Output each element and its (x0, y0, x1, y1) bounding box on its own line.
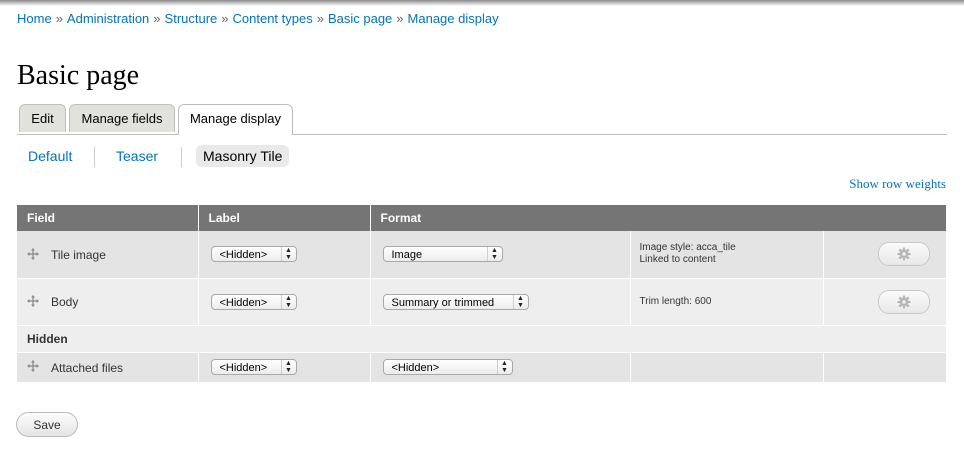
field-cell: Tile image (17, 231, 199, 279)
format-select-value: <Hidden> (391, 362, 440, 374)
format-summary (630, 352, 824, 383)
settings-cell (823, 231, 946, 279)
region-row-hidden: Hidden (17, 325, 946, 353)
table-row: Attached files <Hidden> ▲ ▼ <Hidden> ▲ ▼ (17, 352, 946, 383)
label-select-value: <Hidden> (219, 362, 268, 374)
format-cell: <Hidden> ▲ ▼ (370, 352, 631, 383)
field-name: Body (51, 294, 79, 309)
breadcrumb-separator: » (316, 11, 324, 26)
format-cell: Image ▲ ▼ (370, 231, 631, 279)
column-header-field: Field (17, 205, 199, 231)
gear-icon (897, 295, 910, 308)
settings-cell (823, 352, 946, 383)
table-header-row: Field Label Format (17, 205, 946, 231)
table-row: Body <Hidden> ▲ ▼ Summary or trimmed ▲ ▼ Tri… (17, 278, 946, 326)
label-select-value: <Hidden> (219, 249, 268, 262)
summary-line: Trim length: 600 (639, 295, 712, 307)
gear-icon (897, 247, 910, 261)
label-cell: <Hidden> ▲ ▼ (198, 352, 371, 383)
breadcrumb-basic-page[interactable]: Basic page (328, 11, 392, 26)
format-select[interactable]: <Hidden> ▲ ▼ (382, 359, 513, 375)
drag-handle-icon[interactable] (27, 247, 39, 260)
format-select[interactable]: Image ▲ ▼ (382, 246, 503, 263)
select-arrows-icon: ▲ ▼ (280, 247, 296, 262)
select-arrows-icon: ▲ ▼ (280, 294, 296, 309)
format-cell: Summary or trimmed ▲ ▼ (370, 278, 631, 326)
field-name: Tile image (51, 247, 106, 262)
field-name: Attached files (51, 360, 124, 375)
breadcrumb-separator: » (221, 11, 229, 26)
save-button[interactable]: Save (16, 412, 78, 437)
subtab-teaser[interactable]: Teaser (116, 145, 158, 167)
breadcrumb-home[interactable]: Home (17, 11, 52, 26)
drag-handle-icon[interactable] (27, 294, 39, 307)
breadcrumb: Home» Administration» Structure» Content ty… (17, 11, 499, 26)
column-header-label: Label (198, 205, 371, 231)
breadcrumb-administration[interactable]: Administration (67, 11, 149, 26)
subtab-masonry-tile[interactable]: Masonry Tile (196, 145, 290, 167)
fields-table: Field Label Format Tile image <Hidden> ▲ ▼… (17, 205, 946, 383)
format-summary: Image style: acca_tile Linked to content (630, 231, 824, 279)
tab-edit[interactable]: Edit (19, 104, 66, 132)
subtab-divider (94, 147, 95, 167)
breadcrumb-content-types[interactable]: Content types (233, 11, 313, 26)
field-cell: Body (17, 278, 199, 326)
settings-cell (823, 278, 946, 326)
label-select[interactable]: <Hidden> ▲ ▼ (210, 359, 297, 375)
table-row: Tile image <Hidden> ▲ ▼ Image ▲ ▼ Image styl… (17, 231, 946, 279)
breadcrumb-separator: » (153, 11, 161, 26)
subtab-default[interactable]: Default (28, 145, 72, 167)
breadcrumb-structure[interactable]: Structure (165, 11, 218, 26)
label-select[interactable]: <Hidden> ▲ ▼ (210, 246, 297, 263)
field-cell: Attached files (17, 352, 199, 383)
format-settings-button[interactable] (877, 289, 930, 314)
format-select-value: Summary or trimmed (391, 296, 495, 309)
drag-handle-icon[interactable] (27, 360, 39, 373)
breadcrumb-separator: » (55, 11, 63, 26)
tab-manage-display[interactable]: Manage display (178, 104, 293, 135)
format-settings-button[interactable] (877, 242, 930, 267)
select-arrows-icon: ▲ ▼ (486, 247, 502, 262)
region-title: Hidden (17, 325, 946, 353)
column-header-format: Format (370, 205, 946, 231)
tab-manage-fields[interactable]: Manage fields (69, 104, 175, 132)
label-select-value: <Hidden> (219, 296, 268, 309)
primary-tabs: Edit Manage fields Manage display (17, 104, 947, 135)
summary-line: Linked to content (639, 254, 716, 266)
page-title: Basic page (17, 60, 140, 91)
label-cell: <Hidden> ▲ ▼ (198, 278, 371, 326)
label-cell: <Hidden> ▲ ▼ (198, 231, 371, 279)
top-shadow (0, 0, 964, 6)
show-row-weights-link[interactable]: Show row weights (849, 176, 946, 192)
format-select-value: Image (391, 249, 423, 262)
format-select[interactable]: Summary or trimmed ▲ ▼ (382, 293, 529, 310)
label-select[interactable]: <Hidden> ▲ ▼ (210, 293, 297, 310)
select-arrows-icon: ▲ ▼ (280, 360, 296, 374)
subtab-divider (181, 147, 182, 167)
breadcrumb-separator: » (396, 11, 404, 26)
select-arrows-icon: ▲ ▼ (496, 360, 512, 374)
format-summary: Trim length: 600 (630, 278, 824, 326)
select-arrows-icon: ▲ ▼ (512, 294, 528, 309)
summary-line: Image style: acca_tile (639, 242, 736, 254)
breadcrumb-manage-display[interactable]: Manage display (408, 11, 499, 26)
